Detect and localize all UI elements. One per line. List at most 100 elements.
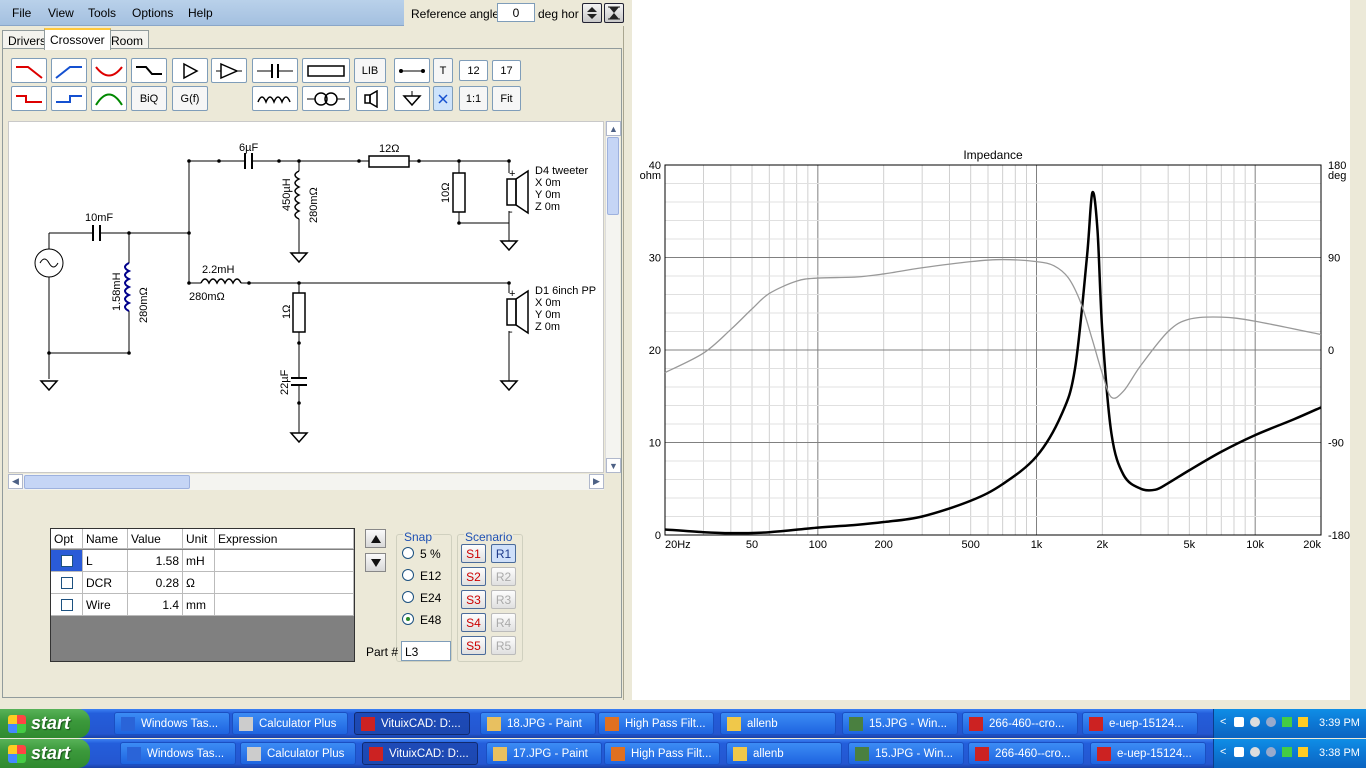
taskbar-item-2[interactable]: Calculator Plus (240, 742, 356, 765)
schematic-horizontal-scrollbar[interactable]: ◀ ▶ (8, 474, 604, 490)
scenario-s3-button[interactable]: S3 (461, 590, 486, 609)
scenario-s1-button[interactable]: S1 (461, 544, 486, 563)
grid-x-input[interactable]: 12 (459, 60, 488, 81)
impedance-chart[interactable]: Impedance20Hz 50 100 200 500 1k 2k 5k 10k 20k4030… (632, 0, 1350, 700)
opt-checkbox-dcr[interactable] (61, 577, 73, 589)
transfer-function-button[interactable]: G(f) (172, 86, 208, 111)
network-icon[interactable] (1234, 717, 1244, 727)
amplifier-button[interactable] (172, 58, 208, 83)
volume-icon[interactable] (1250, 747, 1260, 757)
taskbar-item-8[interactable]: 266-460--cro... (968, 742, 1084, 765)
opamp-button[interactable] (211, 58, 247, 83)
library-button[interactable]: LIB (354, 58, 386, 83)
clock[interactable]: 3:39 PM (1319, 717, 1360, 729)
resistor-button[interactable] (302, 58, 350, 83)
table-row-l-opt[interactable] (51, 550, 83, 572)
table-row-wire-expression[interactable] (215, 594, 354, 616)
taskbar-item-7[interactable]: 15.JPG - Win... (848, 742, 964, 765)
taskbar-item-1[interactable]: Windows Tas... (120, 742, 236, 765)
tab-crossover[interactable]: Crossover (44, 28, 111, 50)
biquad-button[interactable]: BiQ (131, 86, 167, 111)
scroll-up-arrow-icon[interactable]: ▲ (606, 121, 621, 136)
scroll-right-arrow-icon[interactable]: ▶ (589, 474, 604, 489)
driver-button[interactable] (356, 86, 388, 111)
horizontal-scroll-thumb[interactable] (24, 475, 190, 489)
move-up-button[interactable] (365, 529, 386, 548)
table-row-wire-opt[interactable] (51, 594, 83, 616)
taskbar-item-1[interactable]: Windows Tas... (114, 712, 230, 735)
qb-icon[interactable] (1266, 747, 1276, 757)
tray-app-icon[interactable] (1282, 747, 1292, 757)
taskbar-item-6[interactable]: allenb (720, 712, 836, 735)
clock[interactable]: 3:38 PM (1319, 747, 1360, 759)
start-button[interactable]: start (0, 709, 90, 738)
menu-tools[interactable]: Tools (88, 6, 116, 20)
vertical-scroll-thumb[interactable] (607, 137, 619, 215)
menu-file[interactable]: File (12, 6, 31, 20)
delete-button[interactable] (433, 86, 453, 111)
security-icon[interactable] (1298, 717, 1308, 727)
highpass-filter-button[interactable] (51, 58, 87, 83)
reference-angle-input[interactable]: 0 (497, 3, 535, 22)
fit-button[interactable]: Fit (492, 86, 521, 111)
text-button[interactable]: T (433, 58, 453, 83)
lowpass-2-button[interactable] (11, 86, 47, 111)
snap-e12-radio[interactable] (402, 569, 414, 581)
zoom-1to1-button[interactable]: 1:1 (459, 86, 488, 111)
move-down-button[interactable] (365, 553, 386, 572)
highpass-2-button[interactable] (51, 86, 87, 111)
snap-e48-radio[interactable] (402, 613, 414, 625)
start-button[interactable]: start (0, 739, 90, 768)
scenario-r4-button[interactable]: R4 (491, 613, 516, 632)
schematic-canvas[interactable]: + - + - 10mF 6µF 12Ω 2.2mH 280mΩ 1.58mH … (8, 121, 604, 473)
scenario-s2-button[interactable]: S2 (461, 567, 486, 586)
taskbar-item-4[interactable]: 18.JPG - Paint (480, 712, 596, 735)
scenario-r1-button[interactable]: R1 (491, 544, 516, 563)
taskbar-item-2[interactable]: Calculator Plus (232, 712, 348, 735)
menu-options[interactable]: Options (132, 6, 173, 20)
volume-icon[interactable] (1250, 717, 1260, 727)
shelf-filter-button[interactable] (131, 58, 167, 83)
taskbar-item-9[interactable]: e-uep-15124... (1090, 742, 1206, 765)
notch-filter-button[interactable] (91, 58, 127, 83)
taskbar-item-6[interactable]: allenb (726, 742, 842, 765)
table-row-dcr-opt[interactable] (51, 572, 83, 594)
scenario-r2-button[interactable]: R2 (491, 567, 516, 586)
taskbar-item-3[interactable]: VituixCAD: D:... (354, 712, 470, 735)
snap-5pct-radio[interactable] (402, 547, 414, 559)
grid-y-input[interactable]: 17 (492, 60, 521, 81)
taskbar-item-4[interactable]: 17.JPG - Paint (486, 742, 602, 765)
opt-checkbox-l[interactable] (61, 555, 73, 567)
scenario-r3-button[interactable]: R3 (491, 590, 516, 609)
scroll-down-arrow-icon[interactable]: ▼ (606, 458, 621, 473)
taskbar-item-7[interactable]: 15.JPG - Win... (842, 712, 958, 735)
wire-button[interactable] (394, 58, 430, 83)
part-number-input[interactable]: L3 (401, 641, 451, 661)
table-row-wire-value[interactable]: 1.4 (128, 594, 183, 616)
taskbar-item-9[interactable]: e-uep-15124... (1082, 712, 1198, 735)
ground-button[interactable] (394, 86, 430, 111)
security-icon[interactable] (1298, 747, 1308, 757)
inductor-button[interactable] (252, 86, 298, 111)
capacitor-button[interactable] (252, 58, 298, 83)
tray-app-icon[interactable] (1282, 717, 1292, 727)
taskbar-item-8[interactable]: 266-460--cro... (962, 712, 1078, 735)
table-row-dcr-expression[interactable] (215, 572, 354, 594)
tab-room[interactable]: Room (105, 30, 150, 50)
scenario-s4-button[interactable]: S4 (461, 613, 486, 632)
table-row-l-value[interactable]: 1.58 (128, 550, 183, 572)
schematic-vertical-scrollbar[interactable]: ▲ ▼ (605, 121, 621, 473)
scroll-left-arrow-icon[interactable]: ◀ (8, 474, 23, 489)
qb-icon[interactable] (1266, 717, 1276, 727)
bandpass-filter-button[interactable] (91, 86, 127, 111)
table-row-l-expression[interactable] (215, 550, 354, 572)
scenario-r5-button[interactable]: R5 (491, 636, 516, 655)
taskbar-item-5[interactable]: High Pass Filt... (604, 742, 720, 765)
transformer-button[interactable] (302, 86, 350, 111)
tray-expand-icon[interactable]: < (1220, 746, 1226, 758)
opt-checkbox-wire[interactable] (61, 599, 73, 611)
lowpass-filter-button[interactable] (11, 58, 47, 83)
scenario-s5-button[interactable]: S5 (461, 636, 486, 655)
angle-range-button[interactable] (604, 3, 624, 23)
angle-step-button[interactable] (582, 3, 602, 23)
